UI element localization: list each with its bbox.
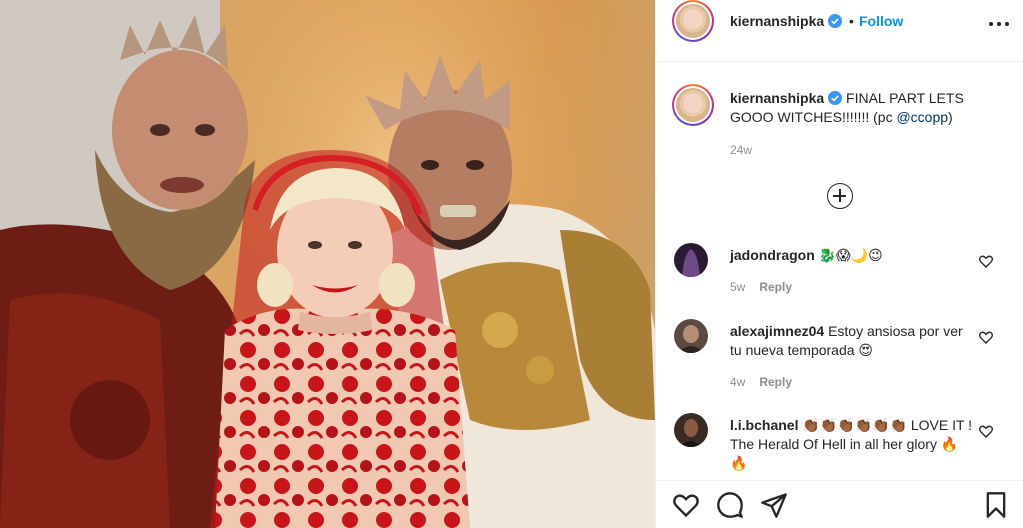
post-header: kiernanshipka • Follow (656, 0, 1023, 62)
commenter-avatar[interactable] (674, 413, 708, 447)
comment-time: 5w (730, 280, 746, 294)
post-caption: kiernanshipka FINAL PART LETS GOOO WITCH… (730, 89, 1000, 127)
comment-meta: 4w Reply (730, 375, 792, 389)
comment-username[interactable]: jadondragon (730, 247, 815, 263)
comment-body: jadondragon 🐉😱🌙😉 (730, 246, 975, 265)
comment-like-icon[interactable] (978, 329, 994, 345)
heart-icon[interactable] (672, 491, 700, 519)
commenter-avatar[interactable] (674, 319, 708, 353)
caption-mention-link[interactable]: @ccopp (896, 109, 948, 125)
bookmark-icon[interactable] (982, 491, 1010, 519)
post-action-bar (656, 480, 1023, 528)
post-timestamp: 24w (730, 143, 753, 157)
verified-badge-icon (828, 14, 843, 28)
author-username-row: kiernanshipka (730, 13, 843, 29)
comment-body: alexajimnez04 Estoy ansiosa por ver tu n… (730, 322, 975, 360)
post-side-panel: kiernanshipka • Follow kiernanshipka FIN… (655, 0, 1023, 528)
separator-dot: • (849, 13, 854, 29)
comment-icon[interactable] (716, 491, 744, 519)
commenter-avatar[interactable] (674, 243, 708, 277)
load-more-comments-icon[interactable] (827, 183, 853, 209)
author-username[interactable]: kiernanshipka (730, 13, 824, 29)
comment-body: l.i.bchanel 👏🏾👏🏾👏🏾👏🏾👏🏾👏🏾 LOVE IT ! The H… (730, 416, 975, 473)
post-photo[interactable] (0, 0, 655, 528)
comment-like-icon[interactable] (978, 253, 994, 269)
caption-author-avatar[interactable] (672, 84, 714, 126)
comment-username[interactable]: l.i.bchanel (730, 417, 798, 433)
comment-like-icon[interactable] (978, 423, 994, 439)
caption-close: ) (948, 109, 953, 125)
caption-username[interactable]: kiernanshipka (730, 90, 824, 106)
reply-button[interactable]: Reply (759, 280, 792, 294)
comment-time: 4w (730, 375, 746, 389)
more-options-icon[interactable] (988, 12, 1010, 34)
share-icon[interactable] (760, 491, 788, 519)
follow-button[interactable]: Follow (859, 13, 903, 29)
comment-username[interactable]: alexajimnez04 (730, 323, 824, 339)
verified-badge-icon (828, 91, 843, 105)
comment-meta: 5w Reply (730, 280, 792, 294)
reply-button[interactable]: Reply (759, 375, 792, 389)
comment-text: 🐉😱🌙😉 (818, 247, 883, 263)
author-avatar[interactable] (672, 0, 714, 42)
photo-illustration (0, 0, 655, 528)
